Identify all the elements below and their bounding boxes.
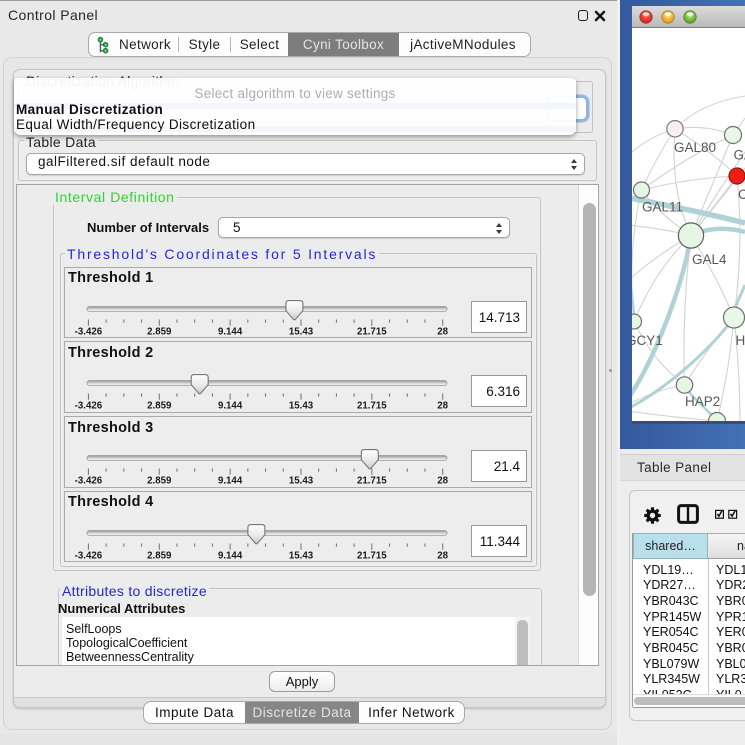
svg-text:9.144: 9.144 [218,550,243,561]
svg-text:15.43: 15.43 [289,550,314,561]
svg-text:9.144: 9.144 [218,326,243,337]
svg-text:-3.426: -3.426 [75,401,103,412]
svg-text:28: 28 [437,326,448,337]
svg-text:28: 28 [437,476,448,487]
svg-text:GAL80: GAL80 [674,140,716,155]
svg-text:21.715: 21.715 [357,476,387,487]
svg-text:2.859: 2.859 [147,326,172,337]
svg-text:GCY1: GCY1 [632,333,663,348]
svg-text:2.859: 2.859 [147,401,172,412]
svg-text:9.144: 9.144 [218,476,243,487]
svg-text:2.859: 2.859 [147,476,172,487]
svg-text:15.43: 15.43 [289,326,314,337]
svg-text:28: 28 [437,401,448,412]
svg-text:HI: HI [736,333,745,348]
svg-text:-3.426: -3.426 [75,550,103,561]
svg-text:9.144: 9.144 [218,401,243,412]
svg-text:21.715: 21.715 [357,326,387,337]
svg-text:2.859: 2.859 [147,550,172,561]
svg-text:15.43: 15.43 [289,476,314,487]
svg-text:-3.426: -3.426 [75,326,103,337]
svg-text:CY: CY [738,187,745,202]
svg-text:28: 28 [437,550,448,561]
svg-text:GAL4: GAL4 [692,252,727,267]
svg-text:21.715: 21.715 [357,550,387,561]
svg-text:15.43: 15.43 [289,401,314,412]
svg-text:-3.426: -3.426 [75,476,103,487]
svg-text:HAP2: HAP2 [685,394,720,409]
svg-text:GA: GA [734,148,745,163]
svg-text:21.715: 21.715 [357,401,387,412]
svg-text:GAL11: GAL11 [642,200,683,215]
